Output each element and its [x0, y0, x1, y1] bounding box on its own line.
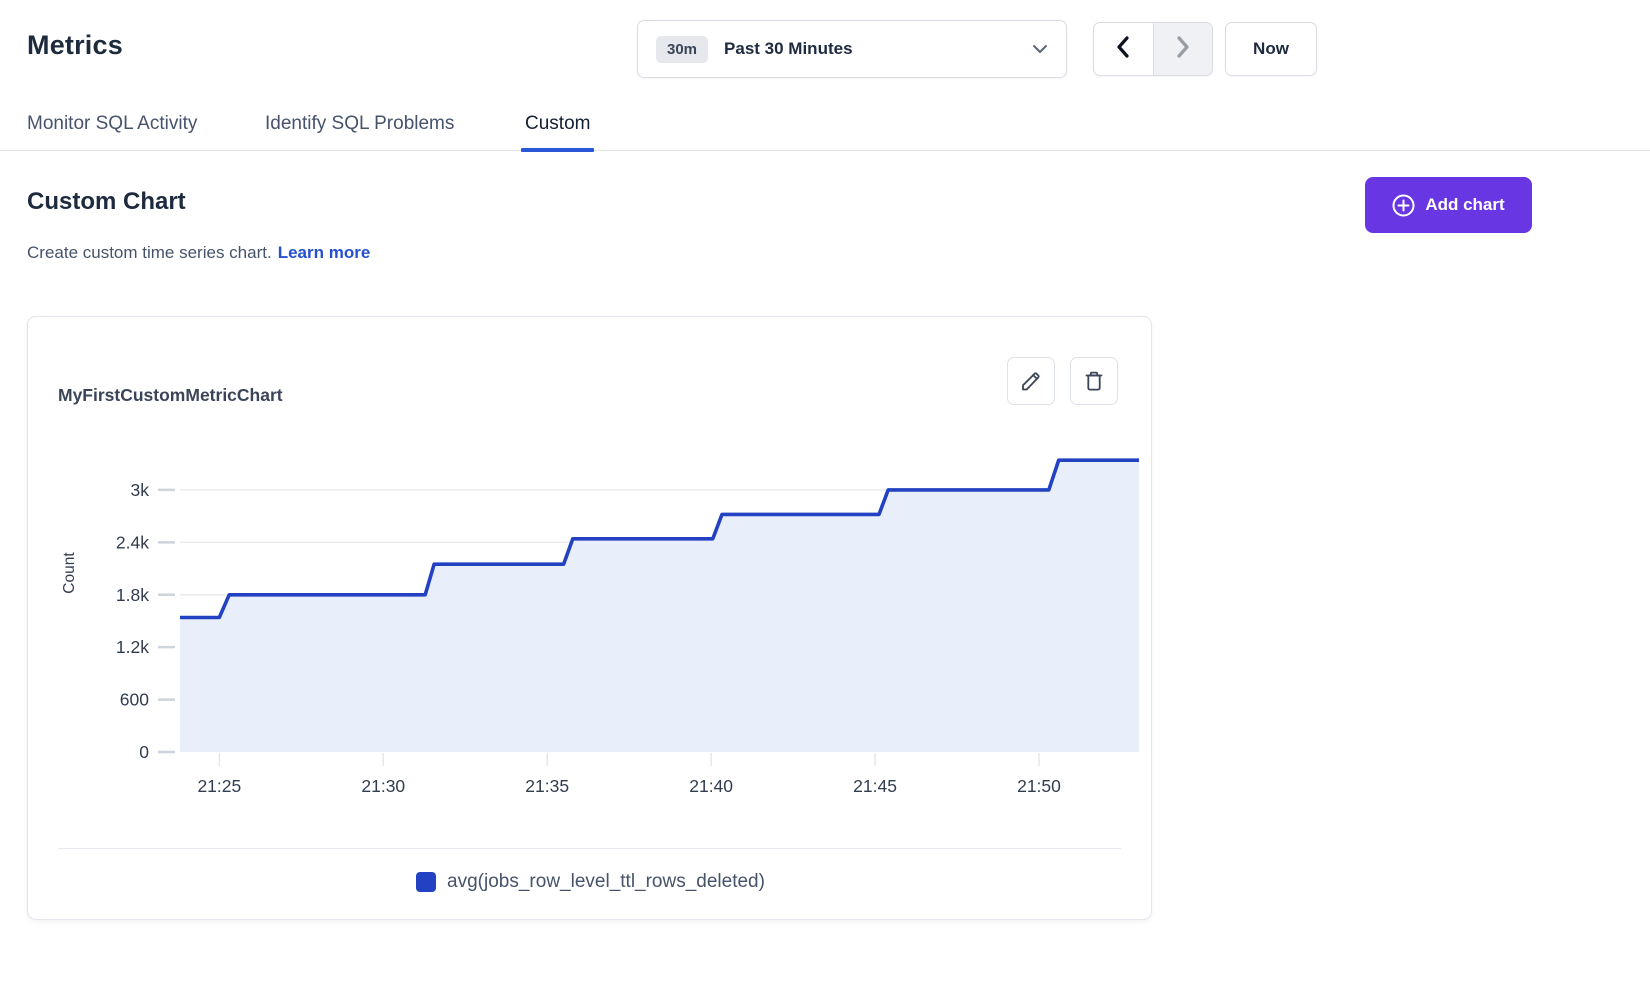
- legend-label: avg(jobs_row_level_ttl_rows_deleted): [447, 871, 765, 893]
- svg-text:21:50: 21:50: [1017, 776, 1061, 796]
- time-prev-button[interactable]: [1094, 23, 1153, 75]
- time-next-button[interactable]: [1153, 23, 1212, 75]
- svg-text:Count: Count: [61, 552, 78, 594]
- chart-actions: [1007, 357, 1118, 405]
- tab-bar: Monitor SQL Activity Identify SQL Proble…: [0, 98, 1650, 151]
- svg-text:21:40: 21:40: [689, 776, 733, 796]
- custom-chart-card: MyFirstCustomMetricChart 0 600 1.2k 1.8k 2.4…: [27, 316, 1152, 920]
- learn-more-link[interactable]: Learn more: [278, 243, 371, 262]
- section-title: Custom Chart: [27, 188, 186, 216]
- tab-custom[interactable]: Custom: [525, 98, 590, 150]
- svg-text:2.4k: 2.4k: [116, 532, 149, 552]
- section-subtitle: Create custom time series chart.: [27, 243, 272, 262]
- time-range-dropdown[interactable]: 30m Past 30 Minutes: [637, 20, 1067, 78]
- page-title: Metrics: [27, 30, 123, 61]
- svg-text:21:35: 21:35: [525, 776, 569, 796]
- chevron-left-icon: [1116, 36, 1130, 63]
- svg-text:21:30: 21:30: [361, 776, 405, 796]
- tab-identify-sql-problems[interactable]: Identify SQL Problems: [265, 98, 454, 150]
- svg-text:1.8k: 1.8k: [116, 585, 149, 605]
- legend-swatch: [416, 872, 436, 892]
- legend-divider: [58, 848, 1121, 849]
- now-button[interactable]: Now: [1225, 22, 1317, 76]
- time-range-badge: 30m: [656, 36, 708, 63]
- add-chart-button[interactable]: Add chart: [1365, 177, 1532, 233]
- chevron-right-icon: [1176, 36, 1190, 63]
- pencil-icon: [1019, 369, 1043, 393]
- svg-text:21:25: 21:25: [197, 776, 241, 796]
- svg-text:600: 600: [120, 690, 149, 710]
- chevron-down-icon: [1032, 44, 1048, 54]
- tab-monitor-sql-activity[interactable]: Monitor SQL Activity: [27, 98, 197, 150]
- time-range-label: Past 30 Minutes: [724, 39, 1032, 59]
- svg-text:0: 0: [139, 742, 149, 762]
- time-nav-group: [1093, 22, 1213, 76]
- svg-text:1.2k: 1.2k: [116, 637, 149, 657]
- chart-canvas[interactable]: 0 600 1.2k 1.8k 2.4k 3k Count 21:25 21:30 21:35 21…: [28, 421, 1153, 801]
- plus-circle-icon: [1392, 194, 1415, 217]
- trash-icon: [1082, 369, 1106, 393]
- add-chart-label: Add chart: [1425, 195, 1504, 215]
- chart-title: MyFirstCustomMetricChart: [58, 385, 283, 406]
- edit-chart-button[interactable]: [1007, 357, 1055, 405]
- legend-item[interactable]: avg(jobs_row_level_ttl_rows_deleted): [28, 871, 1153, 893]
- svg-text:3k: 3k: [131, 480, 150, 500]
- svg-text:21:45: 21:45: [853, 776, 897, 796]
- delete-chart-button[interactable]: [1070, 357, 1118, 405]
